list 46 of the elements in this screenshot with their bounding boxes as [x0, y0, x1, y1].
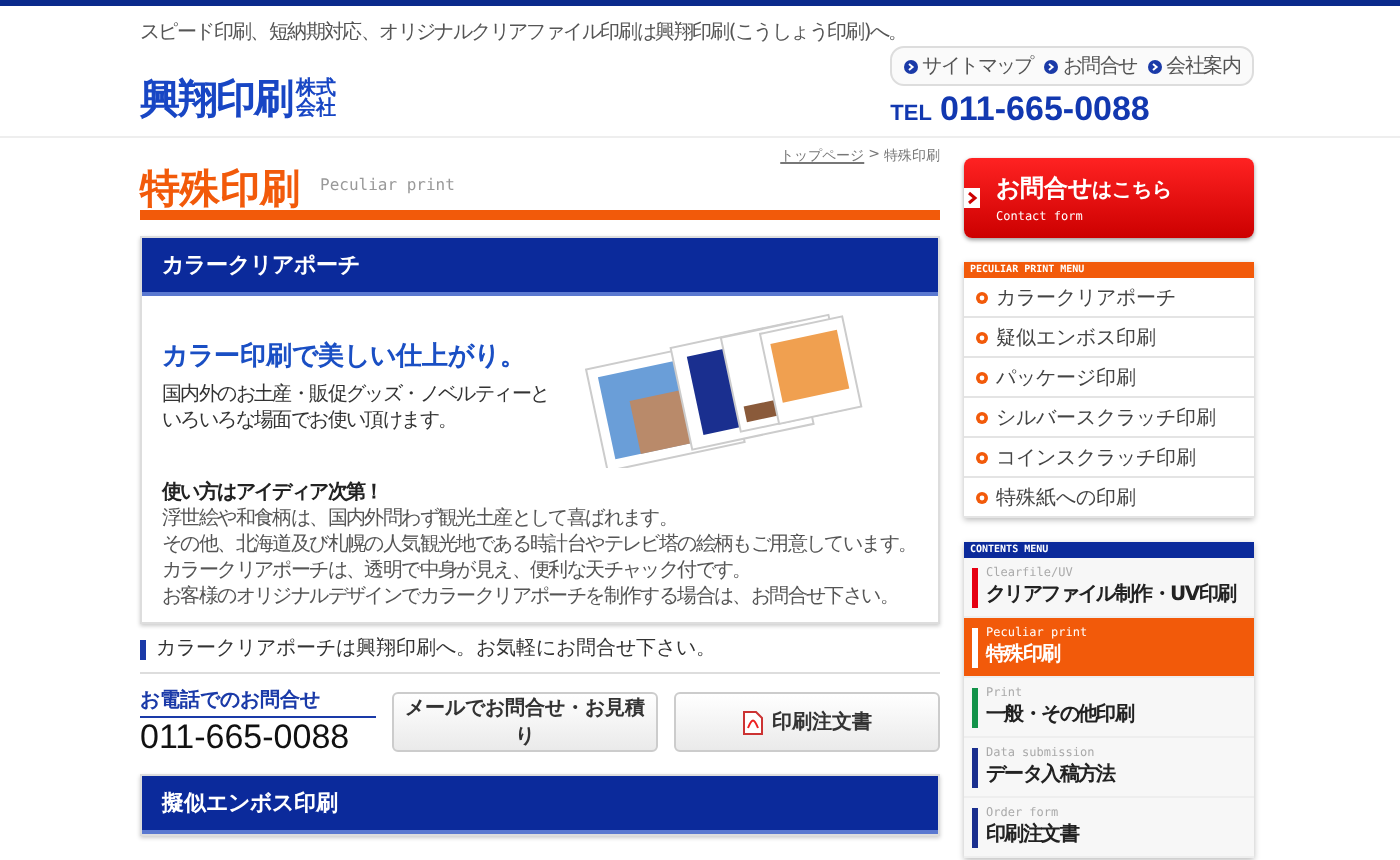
- arrow-bullet-icon: [904, 59, 919, 73]
- page-title: 特殊印刷: [140, 168, 300, 210]
- body-text: 浮世絵や和食柄は、国内外問わず観光土産として喜ばれます。: [162, 506, 680, 532]
- bullet-icon: [976, 371, 988, 383]
- menu-item[interactable]: シルバースクラッチ印刷: [964, 398, 1254, 438]
- phone-number: 011-665-0088: [140, 718, 352, 758]
- section-title-bar: 擬似エンボス印刷: [142, 776, 938, 834]
- body-heading: 使い方はアイディア次第！: [162, 480, 385, 506]
- menu-item[interactable]: 特殊紙への印刷: [964, 478, 1254, 518]
- menu-item[interactable]: コインスクラッチ印刷: [964, 438, 1254, 478]
- logo-suffix: 株式会社: [296, 79, 336, 119]
- menu-item-label: 特殊印刷: [986, 641, 1063, 668]
- lead-text: 国内外のお土産・販促グッズ・ノベルティーと いろいろな場面でお使い頂けます。: [162, 382, 551, 434]
- bullet-icon: [976, 451, 988, 463]
- body-text: カラークリアポーチは、透明で中身が見え、便利な天チャック付です。: [162, 558, 753, 584]
- menu-item-label: クリアファイル制作・UV印刷: [986, 581, 1236, 608]
- body-text: その他、北海道及び札幌の人気観光地である時計台やテレビ塔の絵柄もご用意しています。: [162, 532, 918, 558]
- header-link[interactable]: お問合せ: [1044, 52, 1137, 80]
- arrow-bullet-icon: [1148, 59, 1163, 73]
- menu-item[interactable]: カラークリアポーチ: [964, 278, 1254, 318]
- note-text: カラークリアポーチは興翔印刷へ。お気軽にお問合せ下さい。: [140, 640, 940, 660]
- order-form-button[interactable]: 印刷注文書: [674, 692, 940, 752]
- menu-item-label: 一般・その他印刷: [986, 701, 1134, 728]
- page-subtitle: Peculiar print: [320, 176, 455, 194]
- phone-label: お電話でのお問合せ: [140, 686, 376, 718]
- tagline: スピード印刷、短納期対応、オリジナルクリアファイル印刷は興翔印刷(こうしょう印刷)へ。: [140, 19, 909, 46]
- bullet-icon: [976, 491, 988, 503]
- tel-number: 011-665-0088: [939, 92, 1150, 126]
- menu-item-label: データ入稿方法: [986, 760, 1115, 788]
- header-link[interactable]: 会社案内: [1148, 52, 1240, 80]
- mail-inquiry-button[interactable]: メールでお問合せ・お見積り: [392, 692, 658, 752]
- arrow-bullet-icon: [1044, 59, 1059, 73]
- bullet-icon: [976, 411, 988, 423]
- chevron-icon: [964, 188, 980, 208]
- header-link[interactable]: サイトマップ: [904, 52, 1033, 80]
- body-text: お客様のオリジナルデザインでカラークリアポーチを制作する場合は、お問合せ下さい。: [162, 584, 901, 610]
- menu-item[interactable]: パッケージ印刷: [964, 358, 1254, 398]
- section-title-bar: カラークリアポーチ: [142, 238, 938, 296]
- pdf-icon: [742, 709, 764, 735]
- tel-label: TEL: [890, 104, 932, 126]
- menu-item[interactable]: 疑似エンボス印刷: [964, 318, 1254, 358]
- headline: カラー印刷で美しい仕上がり。: [162, 339, 528, 374]
- menu-item-label: 印刷注文書: [986, 820, 1079, 848]
- bullet-icon: [976, 291, 988, 303]
- bullet-icon: [976, 331, 988, 343]
- logo-text: 興翔印刷: [140, 72, 292, 126]
